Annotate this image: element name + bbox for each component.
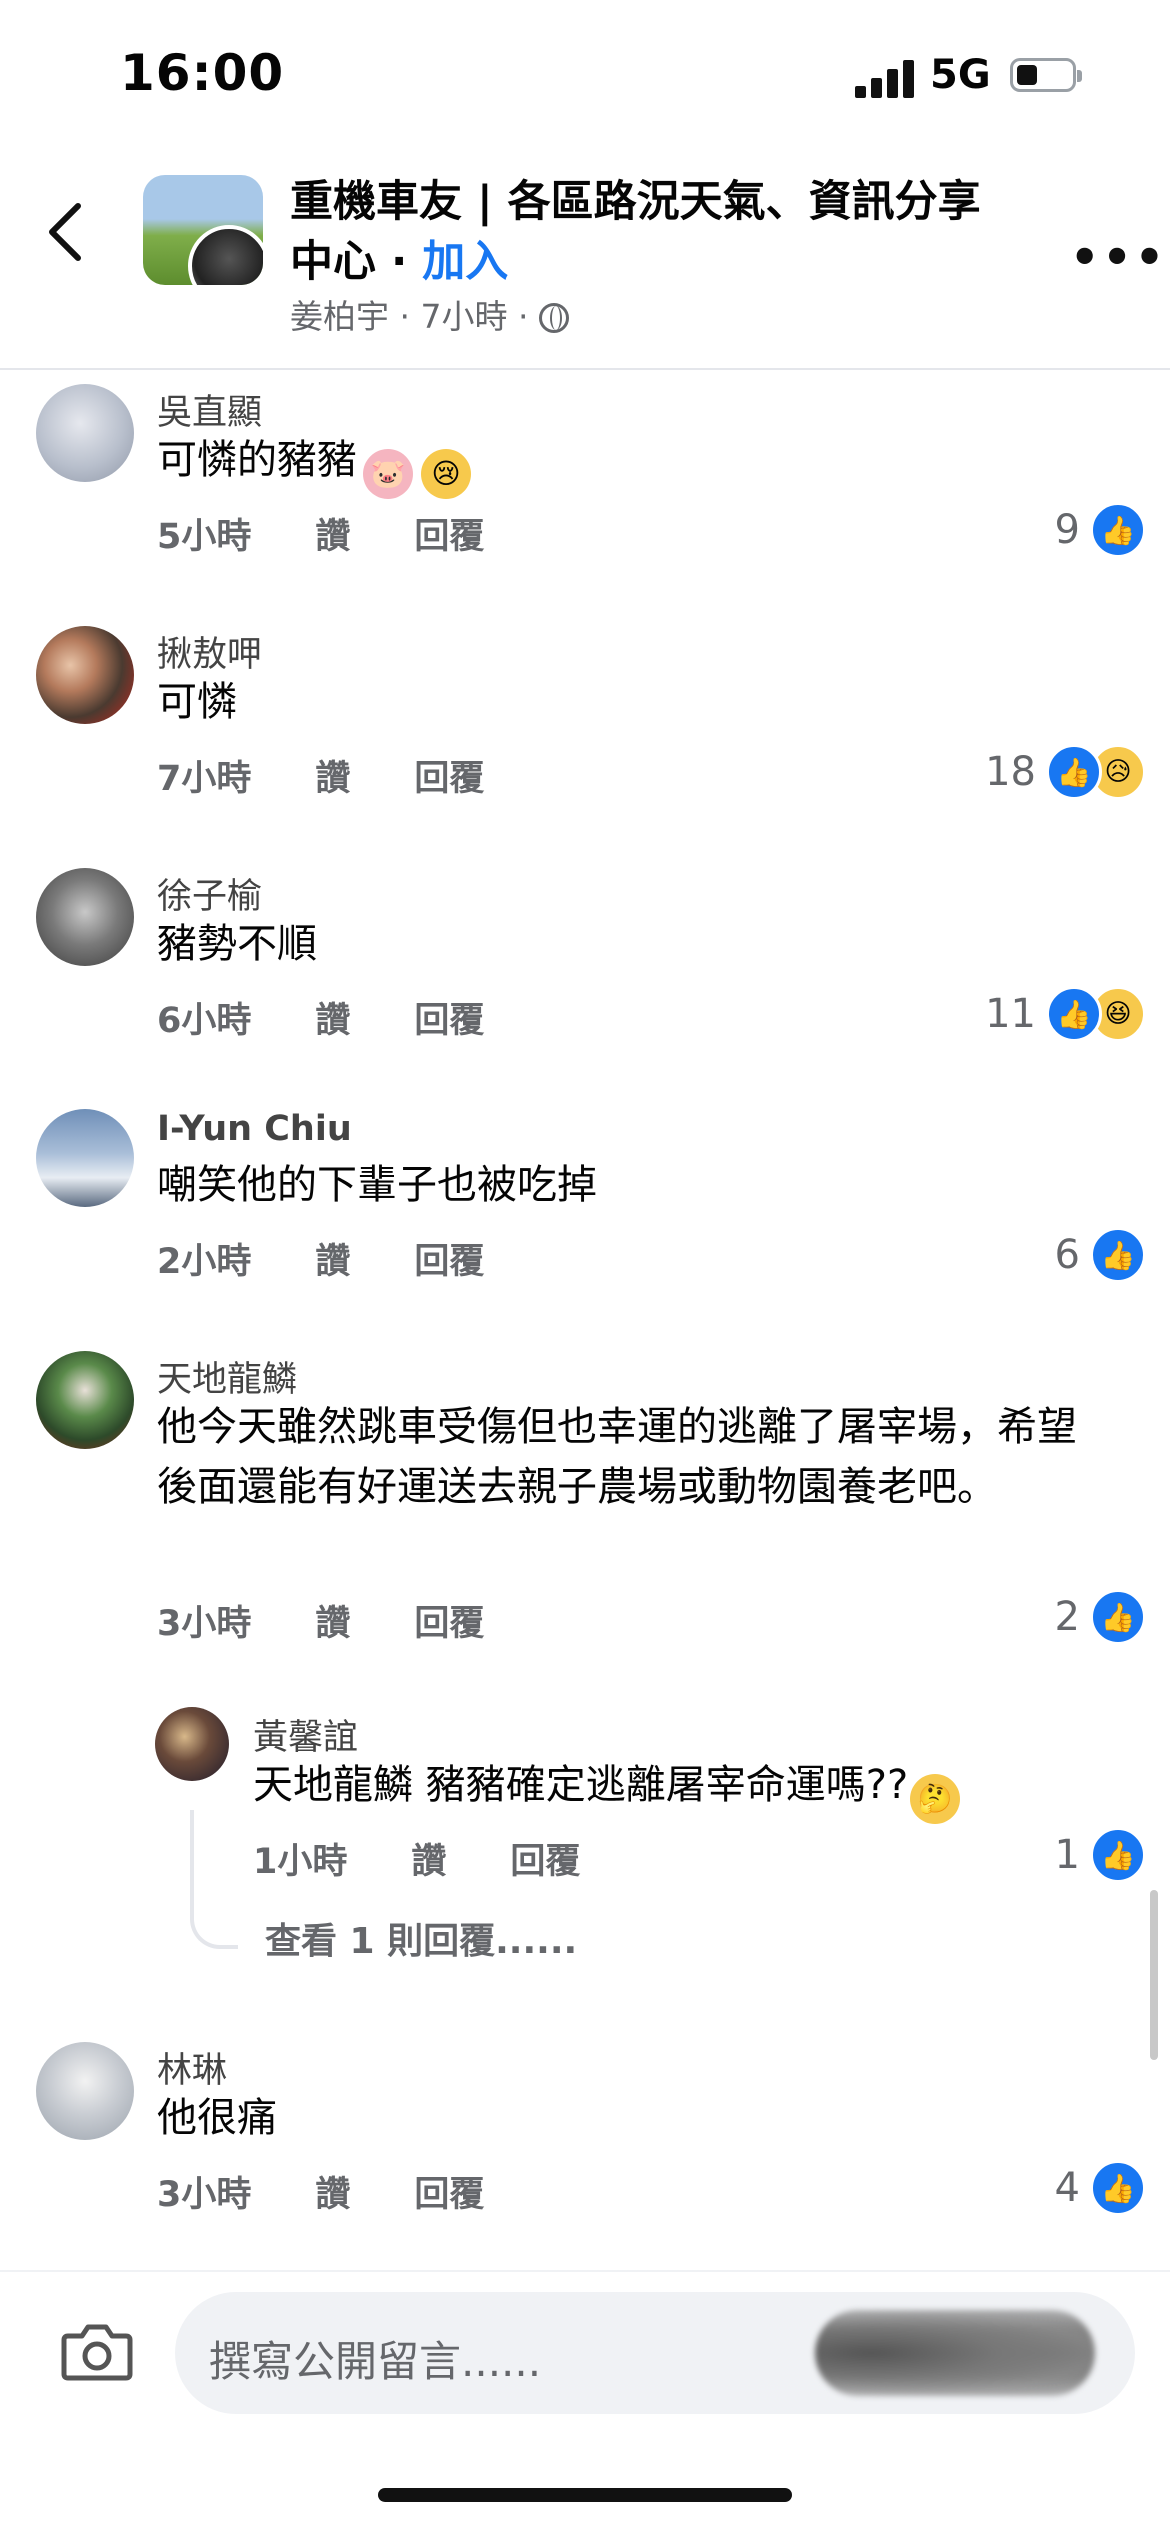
reactions[interactable]: 18 👍 😥 bbox=[985, 744, 1146, 800]
author-name[interactable]: 姜柏宇 bbox=[290, 297, 389, 336]
network-type: 5G bbox=[930, 52, 991, 98]
like-button[interactable]: 讚 bbox=[315, 750, 350, 801]
reaction-count: 1 bbox=[1054, 1832, 1080, 1878]
avatar[interactable] bbox=[36, 1351, 134, 1449]
reaction-count: 6 bbox=[1054, 1232, 1080, 1278]
reaction-count: 2 bbox=[1054, 1594, 1080, 1640]
home-indicator[interactable] bbox=[378, 2488, 792, 2502]
redacted-profile-region bbox=[815, 2310, 1095, 2396]
reply-button[interactable]: 回覆 bbox=[414, 2166, 484, 2217]
commenter-name[interactable]: 林琳 bbox=[157, 2042, 227, 2093]
view-more-replies[interactable]: 查看 1 則回覆...... bbox=[265, 1912, 577, 1964]
reactions[interactable]: 4 👍 bbox=[1054, 2160, 1146, 2216]
more-options-icon[interactable]: ••• bbox=[1070, 230, 1167, 284]
commenter-name[interactable]: 天地龍鱗 bbox=[157, 1351, 297, 1402]
thinking-face-icon: 🤔 bbox=[910, 1774, 961, 1824]
commenter-name[interactable]: I-Yun Chiu bbox=[157, 1109, 352, 1149]
commenter-name[interactable]: 黃馨誼 bbox=[253, 1709, 358, 1760]
battery-icon bbox=[1010, 58, 1082, 92]
reaction-count: 11 bbox=[985, 991, 1036, 1037]
comment-text: 他很痛 bbox=[157, 2095, 277, 2141]
reply-button[interactable]: 回覆 bbox=[414, 1595, 484, 1646]
comment-text: 豬勢不順 bbox=[157, 921, 317, 967]
like-icon: 👍 bbox=[1046, 986, 1102, 1042]
reply-button[interactable]: 回覆 bbox=[414, 508, 484, 559]
comment-actions: 3小時 讚 回覆 bbox=[157, 2166, 548, 2217]
comment-placeholder: 撰寫公開留言...... bbox=[209, 2337, 542, 2386]
comment-time[interactable]: 5小時 bbox=[157, 508, 251, 559]
reaction-count: 18 bbox=[985, 749, 1036, 795]
author-avatar[interactable] bbox=[188, 225, 263, 285]
like-icon: 👍 bbox=[1090, 2160, 1146, 2216]
comment-actions: 2小時 讚 回覆 bbox=[157, 1233, 548, 1284]
comment-text: 他今天雖然跳車受傷但也幸運的逃離了屠宰場，希望後面還能有好運送去親子農場或動物園… bbox=[157, 1404, 1077, 1510]
comment-actions: 5小時 讚 回覆 bbox=[157, 508, 548, 559]
join-button[interactable]: 加入 bbox=[422, 237, 508, 287]
avatar[interactable] bbox=[36, 2042, 134, 2140]
post-meta: 姜柏宇 · 7小時 · bbox=[290, 290, 569, 338]
group-avatar[interactable] bbox=[143, 175, 263, 285]
comment-text: 可憐的豬豬 🐷 😢 bbox=[157, 430, 471, 499]
reply-button[interactable]: 回覆 bbox=[414, 1233, 484, 1284]
pig-face-icon: 🐷 bbox=[363, 449, 413, 499]
reactions[interactable]: 2 👍 bbox=[1054, 1589, 1146, 1645]
scrollbar[interactable] bbox=[1150, 1890, 1158, 2060]
avatar[interactable] bbox=[36, 626, 134, 724]
reactions[interactable]: 11 👍 😆 bbox=[985, 986, 1146, 1042]
reply-button[interactable]: 回覆 bbox=[510, 1833, 580, 1884]
comment-time[interactable]: 7小時 bbox=[157, 750, 251, 801]
status-bar: 16:00 5G bbox=[0, 0, 1170, 150]
avatar[interactable] bbox=[36, 384, 134, 482]
signal-icon bbox=[855, 60, 915, 98]
reaction-count: 4 bbox=[1054, 2165, 1080, 2211]
comment-time[interactable]: 3小時 bbox=[157, 2166, 251, 2217]
like-button[interactable]: 讚 bbox=[315, 1595, 350, 1646]
globe-icon bbox=[538, 303, 569, 333]
comment-time[interactable]: 1小時 bbox=[253, 1833, 347, 1884]
avatar[interactable] bbox=[36, 1109, 134, 1207]
like-icon: 👍 bbox=[1090, 1227, 1146, 1283]
like-icon: 👍 bbox=[1090, 1589, 1146, 1645]
reaction-count: 9 bbox=[1054, 507, 1080, 553]
comment-text: 嘲笑他的下輩子也被吃掉 bbox=[157, 1162, 597, 1208]
reactions[interactable]: 9 👍 bbox=[1054, 502, 1146, 558]
like-button[interactable]: 讚 bbox=[315, 1233, 350, 1284]
like-button[interactable]: 讚 bbox=[315, 508, 350, 559]
commenter-name[interactable]: 吳直顯 bbox=[157, 384, 262, 435]
thread-connector bbox=[190, 1810, 238, 1949]
comment-input[interactable]: 撰寫公開留言...... bbox=[175, 2292, 1135, 2414]
post-header: 重機車友 | 各區路況天氣、資訊分享中心 · 加入 姜柏宇 · 7小時 · ••… bbox=[0, 150, 1170, 370]
like-button[interactable]: 讚 bbox=[315, 2166, 350, 2217]
crying-face-icon: 😢 bbox=[421, 449, 471, 499]
back-arrow-icon[interactable] bbox=[46, 202, 86, 262]
comment-actions: 6小時 讚 回覆 bbox=[157, 992, 548, 1043]
like-icon: 👍 bbox=[1090, 1827, 1146, 1883]
reply-button[interactable]: 回覆 bbox=[414, 750, 484, 801]
reply-button[interactable]: 回覆 bbox=[414, 992, 484, 1043]
post-time[interactable]: 7小時 bbox=[420, 297, 507, 336]
comment-actions: 7小時 讚 回覆 bbox=[157, 750, 548, 801]
group-name[interactable]: 重機車友 | 各區路況天氣、資訊分享中心 · bbox=[290, 177, 981, 287]
mention-link[interactable]: 天地龍鱗 bbox=[253, 1762, 413, 1808]
commenter-name[interactable]: 徐子榆 bbox=[157, 868, 262, 919]
avatar[interactable] bbox=[36, 868, 134, 966]
comment-actions: 1小時 讚 回覆 bbox=[253, 1833, 644, 1884]
clock: 16:00 bbox=[120, 44, 285, 102]
commenter-name[interactable]: 揪敖呷 bbox=[157, 626, 262, 677]
group-title[interactable]: 重機車友 | 各區路況天氣、資訊分享中心 · 加入 bbox=[290, 172, 1010, 292]
comment-time[interactable]: 2小時 bbox=[157, 1233, 251, 1284]
reactions[interactable]: 6 👍 bbox=[1054, 1227, 1146, 1283]
like-button[interactable]: 讚 bbox=[315, 992, 350, 1043]
comment-time[interactable]: 3小時 bbox=[157, 1595, 251, 1646]
comment-text: 可憐 bbox=[157, 679, 237, 725]
avatar[interactable] bbox=[155, 1707, 229, 1781]
camera-icon[interactable] bbox=[60, 2322, 134, 2382]
comment-time[interactable]: 6小時 bbox=[157, 992, 251, 1043]
reactions[interactable]: 1 👍 bbox=[1054, 1827, 1146, 1883]
comment-text: 天地龍鱗 豬豬確定逃離屠宰命運嗎?? 🤔 bbox=[253, 1755, 961, 1824]
comment-actions: 3小時 讚 回覆 bbox=[157, 1595, 548, 1646]
like-icon: 👍 bbox=[1046, 744, 1102, 800]
like-icon: 👍 bbox=[1090, 502, 1146, 558]
like-button[interactable]: 讚 bbox=[411, 1833, 446, 1884]
